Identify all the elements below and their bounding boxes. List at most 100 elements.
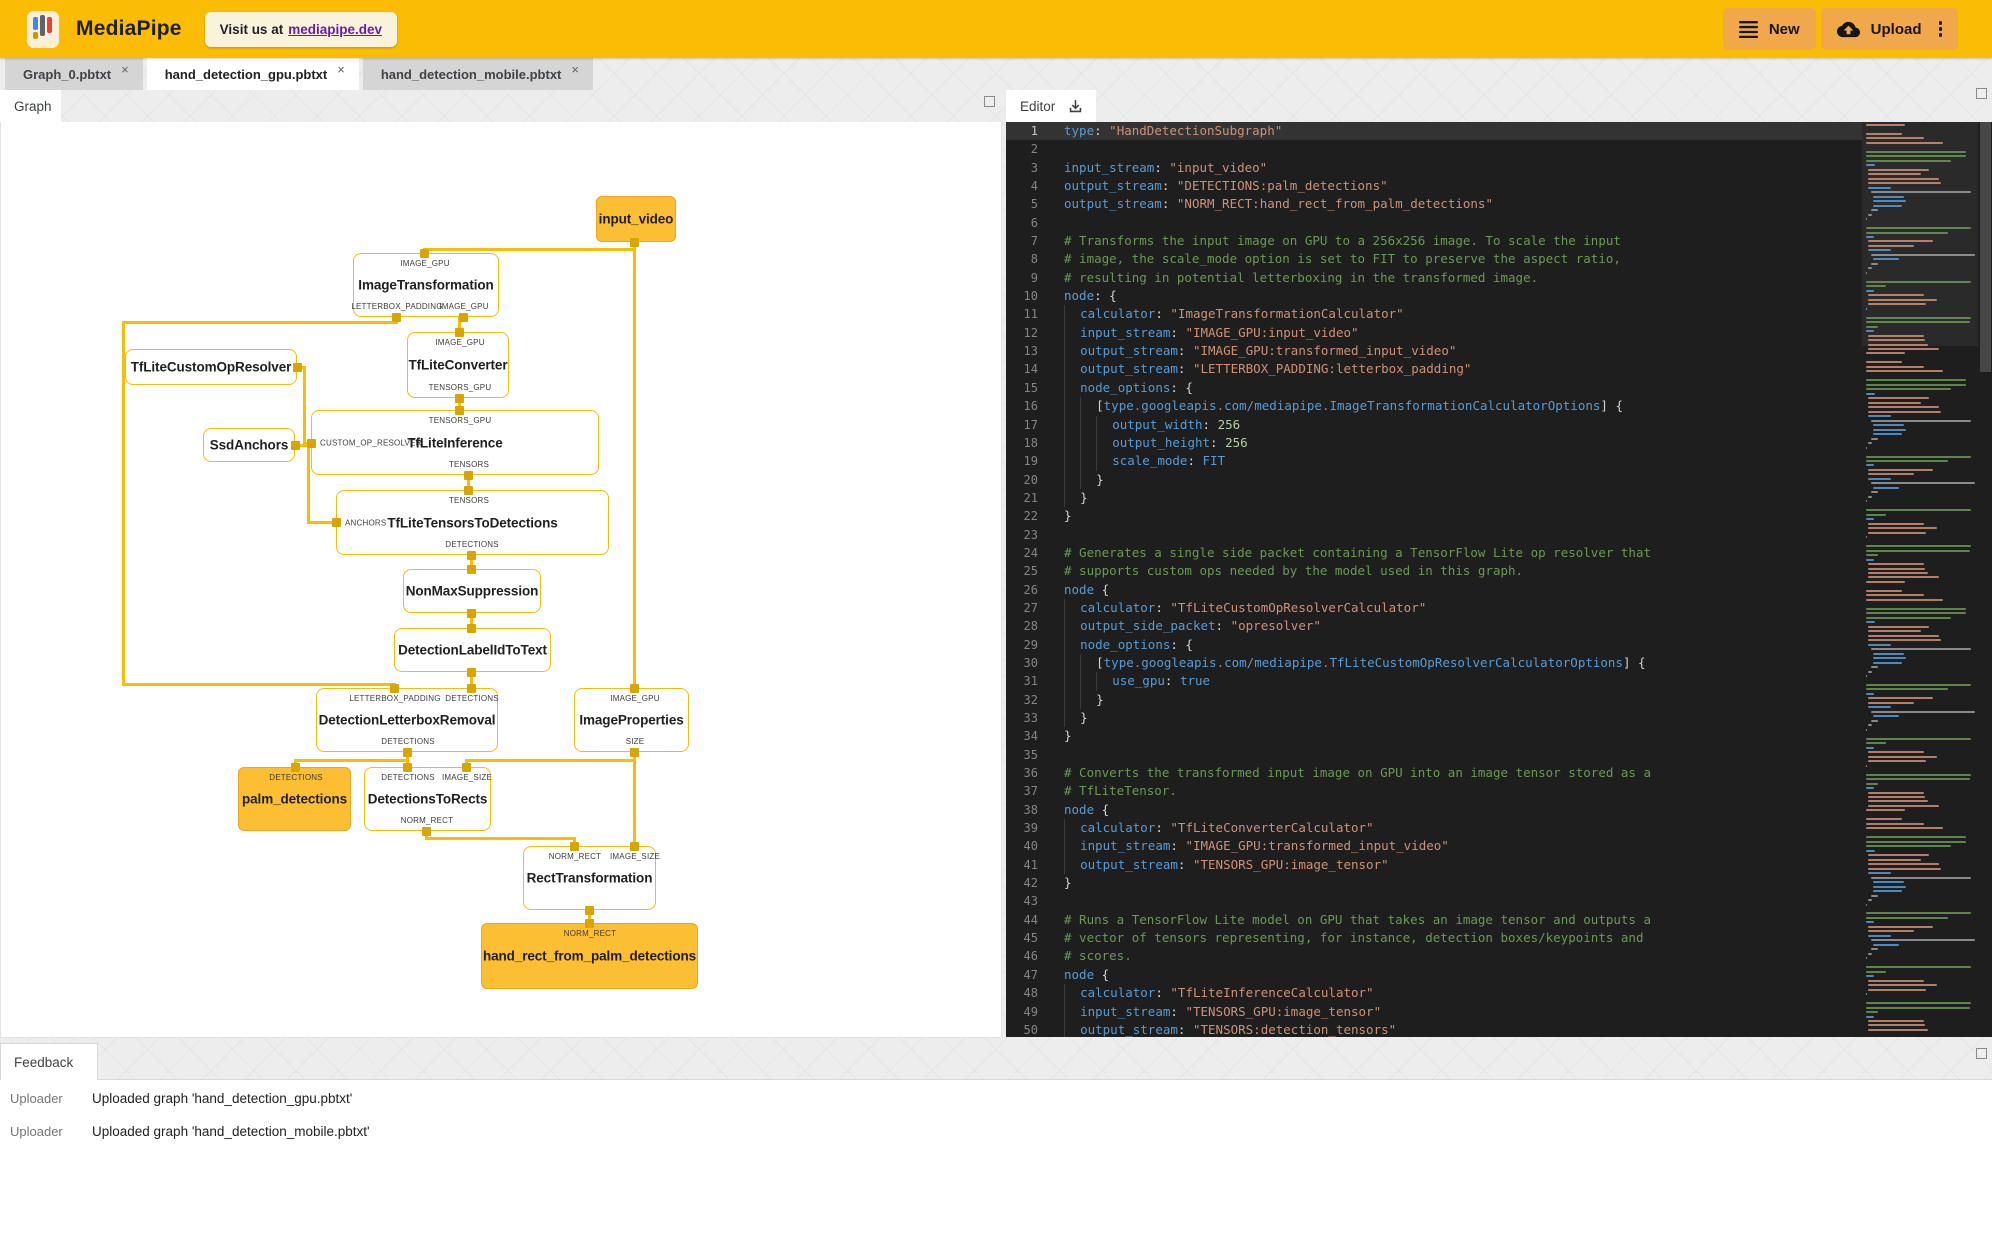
graph-node[interactable]: IMAGE_GPU SIZE ImageProperties bbox=[574, 688, 689, 752]
code-line[interactable]: 22} bbox=[1006, 507, 1862, 525]
code-line[interactable]: 32 } bbox=[1006, 690, 1862, 709]
code-line[interactable]: 30 [type.googleapis.com/mediapipe.TfLite… bbox=[1006, 653, 1862, 673]
code-line[interactable]: 37 # TfLiteTensor. bbox=[1006, 782, 1862, 800]
code-line[interactable]: 39 calculator: "TfLiteConverterCalculato… bbox=[1006, 819, 1862, 838]
code-line[interactable]: 40 input_stream: "IMAGE_GPU:transformed_… bbox=[1006, 837, 1862, 856]
new-button[interactable]: New bbox=[1722, 8, 1816, 50]
feedback-expand-icon[interactable] bbox=[1976, 1048, 1987, 1059]
code-line[interactable]: 44 # Runs a TensorFlow Lite model on GPU … bbox=[1006, 911, 1862, 929]
graph-node[interactable]: DETECTIONS IMAGE_SIZE NORM_RECT DetectionsT… bbox=[364, 767, 492, 831]
code-line[interactable]: 48 calculator: "TfLiteInferenceCalculato… bbox=[1006, 984, 1862, 1003]
code-line[interactable]: 21 } bbox=[1006, 488, 1862, 508]
code-line[interactable]: 1 type: "HandDetectionSubgraph" bbox=[1006, 122, 1862, 141]
code-line[interactable]: 49 input_stream: "TENSORS_GPU:image_tens… bbox=[1006, 1002, 1862, 1021]
code-line[interactable]: 38 node { bbox=[1006, 801, 1862, 819]
code-lines[interactable]: 1 type: "HandDetectionSubgraph" 2 3 input_st… bbox=[1006, 122, 1862, 1037]
tab-editor-label: Editor bbox=[1020, 98, 1056, 114]
download-icon[interactable] bbox=[1067, 98, 1084, 115]
minimap-line bbox=[1866, 509, 1972, 512]
graph-node[interactable]: NORM_RECT hand_rect_from_palm_detections bbox=[481, 923, 698, 989]
graph-node[interactable]: IMAGE_GPU LETTERBOX_PADDING IMAGE_GPU Image… bbox=[351, 253, 499, 317]
code-line[interactable]: 9 # resulting in potential letterboxing i… bbox=[1006, 269, 1862, 287]
code-line[interactable]: 31 use_gpu: true bbox=[1006, 672, 1862, 691]
file-tab[interactable]: hand_detection_gpu.pbtxt × bbox=[146, 58, 359, 90]
code-line[interactable]: 4 output_stream: "DETECTIONS:palm_detecti… bbox=[1006, 177, 1862, 195]
code-line[interactable]: 42} bbox=[1006, 874, 1862, 892]
code-line[interactable]: 26 node { bbox=[1006, 581, 1862, 599]
code-line[interactable]: 8 # image, the scale_mode option is set t… bbox=[1006, 250, 1862, 268]
code-line[interactable]: 18 output_height: 256 bbox=[1006, 433, 1862, 453]
code-line[interactable]: 29 node_options: { bbox=[1006, 635, 1862, 654]
graph-node[interactable]: DetectionLabelIdToText bbox=[394, 628, 551, 672]
code-line[interactable]: 17 output_width: 256 bbox=[1006, 415, 1862, 434]
graph-node[interactable]: DETECTIONS palm_detections bbox=[238, 767, 351, 831]
tab-editor[interactable]: Editor bbox=[1006, 90, 1097, 122]
port-label: DETECTIONS bbox=[381, 737, 435, 746]
graph-edge bbox=[306, 443, 310, 524]
file-tab[interactable]: Graph_0.pbtxt × bbox=[5, 58, 143, 90]
code-line[interactable]: 15 node_options: { bbox=[1006, 378, 1862, 398]
port-marker bbox=[454, 327, 464, 337]
graph-node[interactable]: IMAGE_GPU TENSORS_GPU TfLiteConverter bbox=[407, 332, 509, 398]
minimap-line bbox=[1866, 124, 1906, 126]
code-line[interactable]: 47 node { bbox=[1006, 966, 1862, 984]
close-icon[interactable]: × bbox=[337, 62, 345, 77]
minimap-line bbox=[1868, 701, 1915, 704]
code-line[interactable]: 10 node: { bbox=[1006, 287, 1862, 305]
graph-node[interactable]: SsdAnchors bbox=[203, 428, 295, 462]
file-tab[interactable]: hand_detection_mobile.pbtxt × bbox=[362, 58, 593, 90]
code-line[interactable]: 20 } bbox=[1006, 470, 1862, 489]
code-line[interactable]: 34} bbox=[1006, 727, 1862, 745]
code-line[interactable]: 7 # Transforms the input image on GPU to … bbox=[1006, 232, 1862, 250]
code-line[interactable]: 19 scale_mode: FIT bbox=[1006, 452, 1862, 471]
editor-scrollbar[interactable] bbox=[1978, 122, 1992, 1037]
code-line[interactable]: 25 # supports custom ops needed by the mo… bbox=[1006, 562, 1862, 580]
graph-node[interactable]: NORM_RECT IMAGE_SIZE RectTransformation bbox=[523, 846, 660, 910]
graph-node[interactable]: LETTERBOX_PADDING DETECTIONS DETECTIONS Det… bbox=[316, 688, 499, 752]
code-line[interactable]: 14 output_stream: "LETTERBOX_PADDING:let… bbox=[1006, 360, 1862, 379]
code-line[interactable]: 11 calculator: "ImageTransformationCalcu… bbox=[1006, 305, 1862, 324]
code-line[interactable]: 24 # Generates a single side packet conta… bbox=[1006, 544, 1862, 562]
code-line[interactable]: 5 output_stream: "NORM_RECT:hand_rect_fro… bbox=[1006, 195, 1862, 213]
code-line[interactable]: 46 # scores. bbox=[1006, 947, 1862, 965]
code-line[interactable]: 28 output_side_packet: "opresolver" bbox=[1006, 617, 1862, 636]
graph-node[interactable]: TENSORS DETECTIONS ANCHORS TfLiteTensorsToD… bbox=[336, 490, 609, 555]
editor-scrollbar-thumb[interactable] bbox=[1979, 122, 1991, 372]
minimap-line bbox=[1868, 244, 1915, 247]
minimap[interactable] bbox=[1862, 122, 1978, 1037]
code-line[interactable]: 13 output_stream: "IMAGE_GPU:transformed… bbox=[1006, 342, 1862, 361]
code-line[interactable]: 43 bbox=[1006, 892, 1862, 910]
graph-expand-icon[interactable] bbox=[984, 96, 995, 107]
code-line[interactable]: 41 output_stream: "TENSORS_GPU:image_ten… bbox=[1006, 855, 1862, 875]
minimap-line bbox=[1866, 966, 1972, 969]
graph-node[interactable]: NonMaxSuppression bbox=[403, 569, 541, 613]
tab-graph[interactable]: Graph bbox=[0, 90, 61, 122]
code-line[interactable]: 36 # Converts the transformed input image… bbox=[1006, 764, 1862, 782]
graph-node[interactable]: input_video bbox=[596, 196, 676, 242]
more-options-icon[interactable] bbox=[1938, 21, 1942, 37]
code-line[interactable]: 6 bbox=[1006, 214, 1862, 232]
editor-panel[interactable]: 1 type: "HandDetectionSubgraph" 2 3 input_st… bbox=[1006, 122, 1992, 1037]
code-line[interactable]: 45 # vector of tensors representing, for … bbox=[1006, 929, 1862, 947]
code-line[interactable]: 35 bbox=[1006, 746, 1862, 764]
code-line[interactable]: 12 input_stream: "IMAGE_GPU:input_video" bbox=[1006, 323, 1862, 343]
upload-button[interactable]: Upload bbox=[1820, 8, 1958, 50]
code-line[interactable]: 33 } bbox=[1006, 709, 1862, 728]
code-line[interactable]: 27 calculator: "TfLiteCustomOpResolverCa… bbox=[1006, 598, 1862, 618]
close-icon[interactable]: × bbox=[121, 62, 129, 77]
close-icon[interactable]: × bbox=[571, 62, 579, 77]
graph-canvas[interactable]: input_video IMAGE_GPU LETTERBOX_PADDING IMA… bbox=[1, 122, 1003, 1038]
code-line[interactable]: 3 input_stream: "input_video" bbox=[1006, 159, 1862, 177]
graph-edge bbox=[632, 750, 636, 848]
editor-expand-icon[interactable] bbox=[1976, 88, 1987, 99]
code-line[interactable]: 23 bbox=[1006, 526, 1862, 544]
mediapipe-dev-link[interactable]: mediapipe.dev bbox=[288, 22, 382, 37]
line-number: 50 bbox=[1023, 1022, 1038, 1037]
graph-node[interactable]: TfLiteCustomOpResolver bbox=[125, 349, 297, 385]
minimap-line bbox=[1866, 993, 1868, 996]
tab-feedback[interactable]: Feedback bbox=[0, 1043, 98, 1080]
graph-node[interactable]: TENSORS_GPU TENSORS CUSTOM_OP_RESOLVER TfLi… bbox=[311, 410, 599, 475]
code-line[interactable]: 16 [type.googleapis.com/mediapipe.ImageT… bbox=[1006, 397, 1862, 416]
code-line[interactable]: 2 bbox=[1006, 140, 1862, 158]
code-line[interactable]: 50 output_stream: "TENSORS:detection_ten… bbox=[1006, 1020, 1862, 1037]
